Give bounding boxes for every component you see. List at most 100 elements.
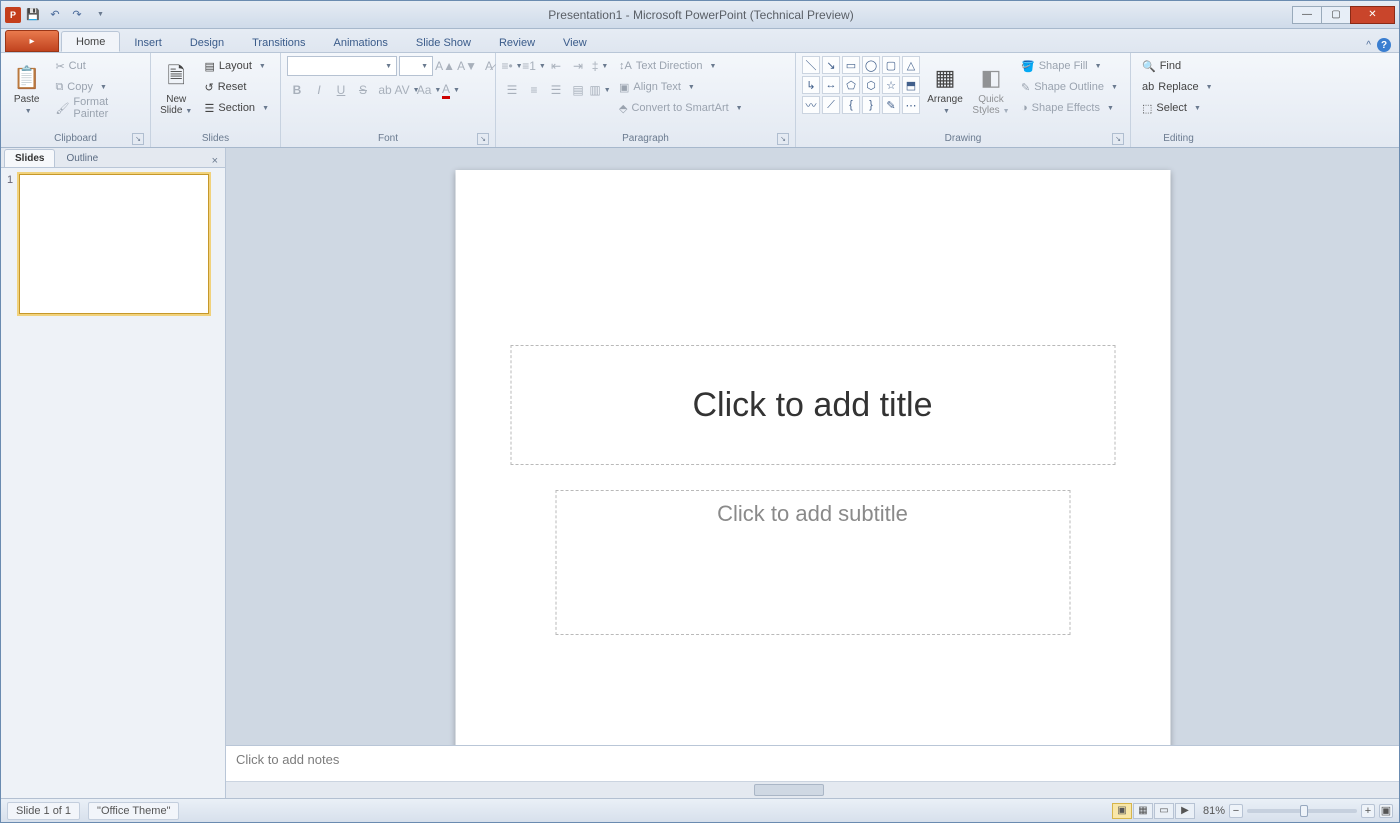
status-slide-count[interactable]: Slide 1 of 1 — [7, 802, 80, 820]
close-panel-icon[interactable]: × — [208, 155, 222, 167]
shape-callout-icon[interactable]: ⬒ — [902, 76, 920, 94]
shape-triangle-icon[interactable]: △ — [902, 56, 920, 74]
shape-arrow-icon[interactable]: ↘ — [822, 56, 840, 74]
tab-slides-panel[interactable]: Slides — [4, 149, 55, 167]
strikethrough-button[interactable]: S — [353, 80, 373, 100]
align-left-button[interactable]: ☰ — [502, 80, 522, 100]
tab-outline-panel[interactable]: Outline — [55, 149, 109, 167]
shape-oval-icon[interactable]: ◯ — [862, 56, 880, 74]
minimize-ribbon-icon[interactable]: ^ — [1366, 40, 1371, 51]
app-icon[interactable]: P — [5, 7, 21, 23]
tab-slideshow[interactable]: Slide Show — [402, 33, 485, 52]
scroll-thumb[interactable] — [754, 784, 824, 796]
line-spacing-button[interactable]: ‡▼ — [590, 56, 610, 76]
paste-button[interactable]: 📋 Paste▼ — [7, 56, 46, 122]
shape-line-icon[interactable]: ＼ — [802, 56, 820, 74]
zoom-percent[interactable]: 81% — [1203, 805, 1225, 817]
zoom-in-button[interactable]: + — [1361, 804, 1375, 818]
arrange-button[interactable]: ▦ Arrange▼ — [924, 56, 966, 122]
close-button[interactable]: ✕ — [1350, 6, 1395, 24]
zoom-slider[interactable] — [1247, 809, 1357, 813]
zoom-slider-handle[interactable] — [1300, 805, 1308, 817]
tab-review[interactable]: Review — [485, 33, 549, 52]
view-sorter-button[interactable]: ▦ — [1133, 803, 1153, 819]
qat-undo-icon[interactable]: ↶ — [45, 5, 65, 25]
qat-redo-icon[interactable]: ↷ — [67, 5, 87, 25]
shape-fill-button[interactable]: 🪣Shape Fill▼ — [1016, 56, 1123, 76]
text-direction-button[interactable]: ↕AText Direction▼ — [614, 56, 748, 76]
shape-connector-icon[interactable]: ↳ — [802, 76, 820, 94]
shape-freeform-icon[interactable]: ⟋ — [822, 96, 840, 114]
section-button[interactable]: ☰Section▼ — [199, 98, 274, 118]
thumbnail-item[interactable]: 1 — [7, 174, 219, 314]
help-icon[interactable]: ? — [1377, 38, 1391, 52]
slide[interactable]: Click to add title Click to add subtitle — [455, 170, 1170, 745]
convert-smartart-button[interactable]: ⬘Convert to SmartArt▼ — [614, 98, 748, 118]
quick-styles-button[interactable]: ◧ Quick Styles▼ — [970, 56, 1012, 122]
shape-outline-button[interactable]: ✎Shape Outline▼ — [1016, 77, 1123, 97]
bold-button[interactable]: B — [287, 80, 307, 100]
tab-file[interactable]: ▸ — [5, 30, 59, 52]
shadow-button[interactable]: ab — [375, 80, 395, 100]
shape-doublearrow-icon[interactable]: ↔ — [822, 76, 840, 94]
decrease-indent-button[interactable]: ⇤ — [546, 56, 566, 76]
maximize-button[interactable]: ▢ — [1321, 6, 1351, 24]
fit-to-window-button[interactable]: ▣ — [1379, 804, 1393, 818]
italic-button[interactable]: I — [309, 80, 329, 100]
minimize-button[interactable]: — — [1292, 6, 1322, 24]
shape-scribble-icon[interactable]: ✎ — [882, 96, 900, 114]
tab-animations[interactable]: Animations — [320, 33, 402, 52]
shapes-gallery[interactable]: ＼ ↘ ▭ ◯ ▢ △ ↳ ↔ ⬠ ⬡ ☆ ⬒ 〰 ⟋ { } ✎ ⋯ — [802, 56, 920, 114]
copy-button[interactable]: ⧉Copy▼ — [50, 77, 144, 97]
replace-button[interactable]: abReplace▼ — [1137, 77, 1218, 97]
find-button[interactable]: 🔍Find — [1137, 56, 1218, 76]
shrink-font-button[interactable]: A▼ — [457, 56, 477, 76]
tab-design[interactable]: Design — [176, 33, 238, 52]
slide-canvas[interactable]: Click to add title Click to add subtitle — [226, 148, 1399, 745]
shapes-more-icon[interactable]: ⋯ — [902, 96, 920, 114]
status-theme[interactable]: "Office Theme" — [88, 802, 179, 820]
shape-effects-button[interactable]: ◑Shape Effects▼ — [1016, 98, 1123, 118]
horizontal-scrollbar[interactable] — [226, 781, 1399, 798]
bullets-button[interactable]: ≡•▼ — [502, 56, 522, 76]
shape-brace-l-icon[interactable]: { — [842, 96, 860, 114]
view-normal-button[interactable]: ▣ — [1112, 803, 1132, 819]
font-name-combo[interactable]: ▼ — [287, 56, 397, 76]
font-launcher-icon[interactable]: ↘ — [477, 133, 489, 145]
view-slideshow-button[interactable]: ▶ — [1175, 803, 1195, 819]
zoom-out-button[interactable]: − — [1229, 804, 1243, 818]
tab-transitions[interactable]: Transitions — [238, 33, 319, 52]
title-placeholder[interactable]: Click to add title — [510, 345, 1115, 465]
qat-save-icon[interactable]: 💾 — [23, 5, 43, 25]
subtitle-placeholder[interactable]: Click to add subtitle — [555, 490, 1070, 635]
font-color-button[interactable]: A▼ — [441, 80, 461, 100]
thumbnail-preview[interactable] — [19, 174, 209, 314]
shape-star-icon[interactable]: ☆ — [882, 76, 900, 94]
underline-button[interactable]: U — [331, 80, 351, 100]
char-spacing-button[interactable]: AV▼ — [397, 80, 417, 100]
shape-hexagon-icon[interactable]: ⬡ — [862, 76, 880, 94]
notes-pane[interactable]: Click to add notes — [226, 745, 1399, 781]
align-center-button[interactable]: ≡ — [524, 80, 544, 100]
align-text-button[interactable]: ▣Align Text▼ — [614, 77, 748, 97]
drawing-launcher-icon[interactable]: ↘ — [1112, 133, 1124, 145]
reset-button[interactable]: ↺Reset — [199, 77, 274, 97]
increase-indent-button[interactable]: ⇥ — [568, 56, 588, 76]
cut-button[interactable]: ✂Cut — [50, 56, 144, 76]
format-painter-button[interactable]: 🖌Format Painter — [50, 98, 144, 118]
shape-brace-r-icon[interactable]: } — [862, 96, 880, 114]
columns-button[interactable]: ▥▼ — [590, 80, 610, 100]
shape-curve-icon[interactable]: 〰 — [802, 96, 820, 114]
paragraph-launcher-icon[interactable]: ↘ — [777, 133, 789, 145]
clipboard-launcher-icon[interactable]: ↘ — [132, 133, 144, 145]
justify-button[interactable]: ▤ — [568, 80, 588, 100]
shape-roundrect-icon[interactable]: ▢ — [882, 56, 900, 74]
shape-pentagon-icon[interactable]: ⬠ — [842, 76, 860, 94]
align-right-button[interactable]: ☰ — [546, 80, 566, 100]
tab-insert[interactable]: Insert — [120, 33, 176, 52]
shape-rect-icon[interactable]: ▭ — [842, 56, 860, 74]
font-size-combo[interactable]: ▼ — [399, 56, 433, 76]
tab-view[interactable]: View — [549, 33, 601, 52]
change-case-button[interactable]: Aa▼ — [419, 80, 439, 100]
new-slide-button[interactable]: 🗎 New Slide▼ — [157, 56, 195, 122]
